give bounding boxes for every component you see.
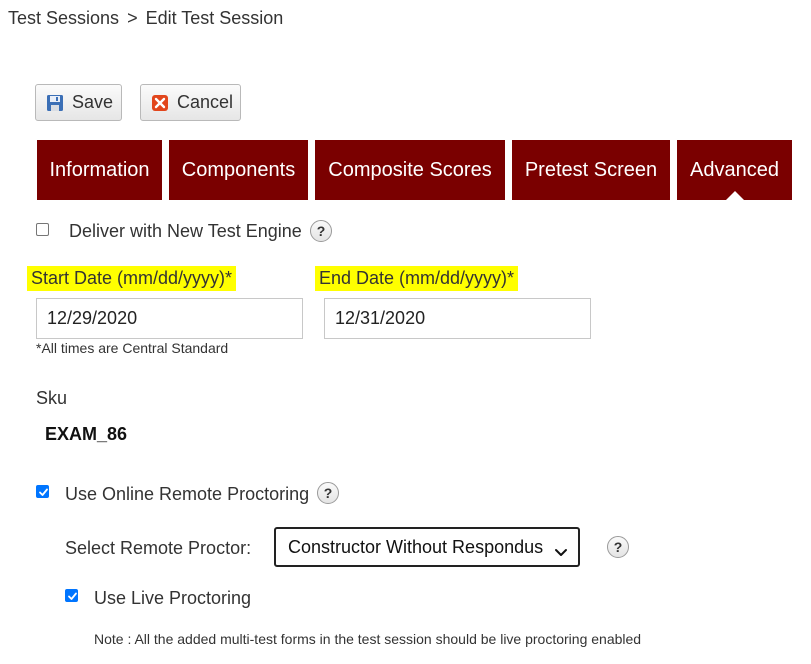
- save-button[interactable]: Save: [35, 84, 122, 121]
- breadcrumb-current: Edit Test Session: [145, 8, 284, 28]
- help-icon[interactable]: ?: [317, 482, 339, 504]
- tab-label: Information: [49, 158, 150, 181]
- checkmark-icon: [39, 488, 48, 496]
- tab-pretest-screen[interactable]: Pretest Screen: [512, 140, 670, 200]
- start-date-label: Start Date (mm/dd/yyyy)*: [27, 266, 237, 291]
- select-proctor-label: Select Remote Proctor:: [65, 538, 252, 558]
- remote-proctoring-label: Use Online Remote Proctoring: [65, 484, 310, 504]
- new-engine-checkbox[interactable]: [36, 223, 49, 236]
- cancel-x-icon: [151, 94, 169, 112]
- help-icon[interactable]: ?: [607, 536, 629, 558]
- live-proctoring-checkbox[interactable]: [65, 589, 78, 602]
- start-date-value: 12/29/2020: [47, 308, 138, 328]
- save-disk-icon: [46, 94, 64, 112]
- tab-label: Composite Scores: [328, 158, 492, 181]
- cancel-button-label: Cancel: [177, 92, 234, 112]
- end-date-value: 12/31/2020: [335, 308, 426, 328]
- end-date-label: End Date (mm/dd/yyyy)*: [315, 266, 519, 291]
- breadcrumb-link-test-sessions[interactable]: Test Sessions: [8, 8, 119, 28]
- tab-label: Advanced: [690, 158, 779, 181]
- help-icon[interactable]: ?: [310, 220, 332, 242]
- help-icon-glyph: ?: [323, 485, 333, 501]
- help-icon-glyph: ?: [613, 539, 623, 555]
- tab-information[interactable]: Information: [37, 140, 162, 200]
- sku-value: EXAM_86: [45, 424, 128, 444]
- cancel-button[interactable]: Cancel: [140, 84, 241, 121]
- breadcrumb-separator: >: [127, 8, 138, 28]
- checkmark-icon: [68, 592, 77, 600]
- chevron-down-icon: [554, 542, 568, 563]
- timezone-note: *All times are Central Standard: [36, 340, 229, 356]
- new-engine-label: Deliver with New Test Engine: [69, 221, 302, 241]
- end-date-input[interactable]: 12/31/2020: [324, 298, 591, 339]
- sku-label: Sku: [36, 388, 68, 408]
- save-button-label: Save: [72, 92, 114, 112]
- help-icon-glyph: ?: [316, 223, 326, 239]
- tab-label: Pretest Screen: [524, 158, 658, 181]
- tab-composite-scores[interactable]: Composite Scores: [315, 140, 505, 200]
- remote-proctor-selected-value: Constructor Without Respondus: [288, 536, 544, 557]
- live-proctoring-label: Use Live Proctoring: [94, 588, 252, 608]
- tab-label: Components: [181, 158, 296, 181]
- remote-proctoring-checkbox[interactable]: [36, 485, 49, 498]
- remote-proctor-select[interactable]: Constructor Without Respondus: [274, 527, 580, 567]
- start-date-input[interactable]: 12/29/2020: [36, 298, 303, 339]
- tab-components[interactable]: Components: [169, 140, 308, 200]
- tab-advanced[interactable]: Advanced: [677, 140, 792, 201]
- live-proctoring-note: Note : All the added multi-test forms in…: [94, 631, 642, 647]
- breadcrumb: Test Sessions > Edit Test Session: [8, 8, 283, 29]
